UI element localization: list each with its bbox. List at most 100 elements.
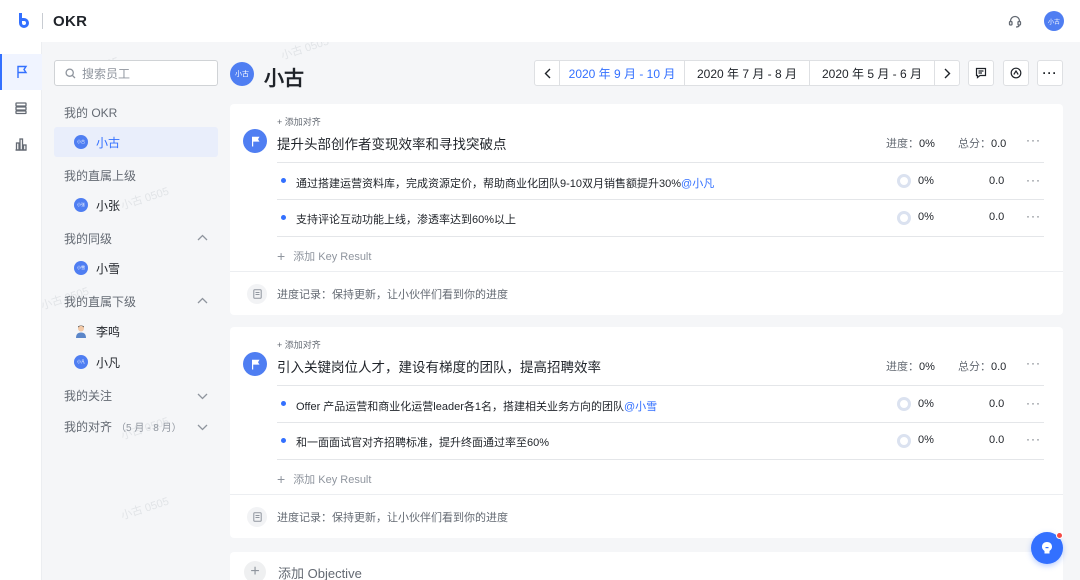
section-my-okr[interactable]: 我的 OKR <box>64 104 117 121</box>
add-kr-label: 添加 Key Result <box>293 251 372 263</box>
progress-ring <box>897 174 911 188</box>
comment-icon <box>975 67 987 79</box>
objective-progress: 进度：0% <box>886 135 935 151</box>
headset-icon[interactable] <box>1002 8 1028 34</box>
sidebar-item-liming[interactable]: 李鸣 <box>54 316 218 346</box>
key-result-text[interactable]: 和一面面试官对齐招聘标准，提升终面通过率至60% <box>296 434 549 450</box>
add-key-result-button[interactable]: + 添加 Key Result <box>277 248 371 264</box>
objective-title[interactable]: 引入关键岗位人才，建设有梯度的团队，提高招聘效率 <box>277 356 601 376</box>
period-tab[interactable]: 2020 年 7 月 - 8 月 <box>684 60 810 86</box>
divider <box>277 199 1044 200</box>
add-key-result-button[interactable]: + 添加 Key Result <box>277 471 371 487</box>
section-superior[interactable]: 我的直属上级 <box>64 167 136 184</box>
kr-score: 0.0 <box>989 434 1005 446</box>
help-button[interactable] <box>1031 532 1063 564</box>
kr-score: 0.0 <box>989 211 1005 223</box>
share-button[interactable] <box>1003 60 1029 86</box>
top-right-actions: 小古 <box>1002 8 1064 34</box>
chevron-down-icon[interactable] <box>197 420 208 434</box>
chevron-up-icon[interactable] <box>197 230 208 244</box>
plus-icon: + <box>277 471 286 487</box>
prev-period-button[interactable] <box>534 60 560 86</box>
comment-button[interactable] <box>968 60 994 86</box>
bullet-icon <box>281 178 286 183</box>
more-icon[interactable]: ··· <box>1026 432 1041 446</box>
section-alignment[interactable]: 我的对齐 （5 月 - 8 月） <box>64 418 182 435</box>
objective-title[interactable]: 提升头部创作者变现效率和寻找突破点 <box>277 133 507 153</box>
period-tab[interactable]: 2020 年 5 月 - 6 月 <box>809 60 935 86</box>
score-value: 0.0 <box>991 138 1007 150</box>
progress-value: 0% <box>919 138 935 150</box>
kr-score: 0.0 <box>989 398 1005 410</box>
user-name: 小张 <box>96 198 121 213</box>
avatar: 小古 <box>230 62 254 86</box>
flag-icon <box>243 129 267 153</box>
notification-dot <box>1056 532 1063 539</box>
okr-header: 小古 小古 2020 年 9 月 - 10 月 2020 年 7 月 - 8 月… <box>230 42 1080 104</box>
search-input[interactable]: 搜索员工 <box>54 60 218 86</box>
top-bar: OKR 小古 <box>0 0 1080 42</box>
chevron-up-icon[interactable] <box>197 293 208 307</box>
more-icon[interactable]: ··· <box>1026 133 1041 147</box>
section-following[interactable]: 我的关注 <box>64 387 112 404</box>
kr-body: Offer 产品运营和商业化运营leader各1名，搭建相关业务方向的团队 <box>296 401 625 413</box>
search-icon <box>65 67 76 79</box>
mention-link[interactable]: @小凡 <box>681 178 714 190</box>
add-alignment-link[interactable]: + 添加对齐 <box>277 338 321 351</box>
section-subordinates[interactable]: 我的直属下级 <box>64 293 136 310</box>
plus-icon: + <box>244 561 266 580</box>
progress-ring <box>897 434 911 448</box>
mention-link[interactable]: @小雪 <box>624 401 657 413</box>
progress-label: 进度： <box>886 361 919 373</box>
nav-analytics[interactable] <box>0 126 42 162</box>
more-icon[interactable]: ··· <box>1026 356 1041 370</box>
user-name: 小凡 <box>96 355 121 370</box>
progress-record-row[interactable]: 进度记录：保持更新，让小伙伴们看到你的进度 <box>230 494 1063 538</box>
section-peers[interactable]: 我的同级 <box>64 230 112 247</box>
user-name: 小古 <box>96 135 121 150</box>
chevron-down-icon[interactable] <box>197 389 208 403</box>
objective-card: + 添加对齐 引入关键岗位人才，建设有梯度的团队，提高招聘效率 进度：0% 总分… <box>230 327 1063 538</box>
add-kr-label: 添加 Key Result <box>293 474 372 486</box>
score-label: 总分： <box>958 138 991 150</box>
key-result-text[interactable]: 支持评论互动功能上线，渗透率达到60%以上 <box>296 211 516 227</box>
sidebar-item-xiaogu[interactable]: 小古 小古 <box>54 127 218 157</box>
chart-icon <box>15 138 27 151</box>
more-button[interactable]: ··· <box>1037 60 1063 86</box>
key-result-text[interactable]: Offer 产品运营和商业化运营leader各1名，搭建相关业务方向的团队@小雪 <box>296 398 657 414</box>
sidebar-item-xiaoxue[interactable]: 小雪 小雪 <box>54 253 218 283</box>
progress-record-text: 进度记录：保持更新，让小伙伴们看到你的进度 <box>277 288 508 301</box>
add-alignment-link[interactable]: + 添加对齐 <box>277 115 321 128</box>
document-icon <box>247 506 267 527</box>
next-period-button[interactable] <box>934 60 960 86</box>
key-result-text[interactable]: 通过搭建运营资料库，完成资源定价，帮助商业化团队9-10双月销售额提升30%@小… <box>296 175 714 191</box>
progress-record-row[interactable]: 进度记录：保持更新，让小伙伴们看到你的进度 <box>230 271 1063 315</box>
more-icon: ··· <box>1042 66 1058 80</box>
period-tab[interactable]: 2020 年 9 月 - 10 月 <box>559 60 685 86</box>
add-objective-button[interactable]: + 添加 Objective <box>230 552 1063 580</box>
objective-score: 总分：0.0 <box>958 358 1006 374</box>
user-name: 李鸣 <box>96 324 121 339</box>
more-icon[interactable]: ··· <box>1026 173 1041 187</box>
sidebar-item-xiaozhang[interactable]: 小张 小张 <box>54 190 218 220</box>
user-name: 小雪 <box>96 261 121 276</box>
document-icon <box>247 283 267 304</box>
alignment-period: （5 月 - 8 月） <box>116 423 182 434</box>
nav-list[interactable] <box>0 90 42 126</box>
kr-progress: 0% <box>918 434 934 446</box>
avatar: 小张 <box>74 198 88 212</box>
kr-progress: 0% <box>918 398 934 410</box>
objective-progress: 进度：0% <box>886 358 935 374</box>
kr-score: 0.0 <box>989 175 1005 187</box>
more-icon[interactable]: ··· <box>1026 209 1041 223</box>
avatar: 小凡 <box>74 355 88 369</box>
logo-icon[interactable] <box>16 12 32 30</box>
avatar[interactable]: 小古 <box>1044 11 1064 31</box>
progress-record-text: 进度记录：保持更新，让小伙伴们看到你的进度 <box>277 511 508 524</box>
progress-label: 进度： <box>886 138 919 150</box>
more-icon[interactable]: ··· <box>1026 396 1041 410</box>
sidebar-item-xiaofan[interactable]: 小凡 小凡 <box>54 347 218 377</box>
bullet-icon <box>281 401 286 406</box>
divider <box>277 422 1044 423</box>
nav-okr[interactable] <box>0 54 42 90</box>
